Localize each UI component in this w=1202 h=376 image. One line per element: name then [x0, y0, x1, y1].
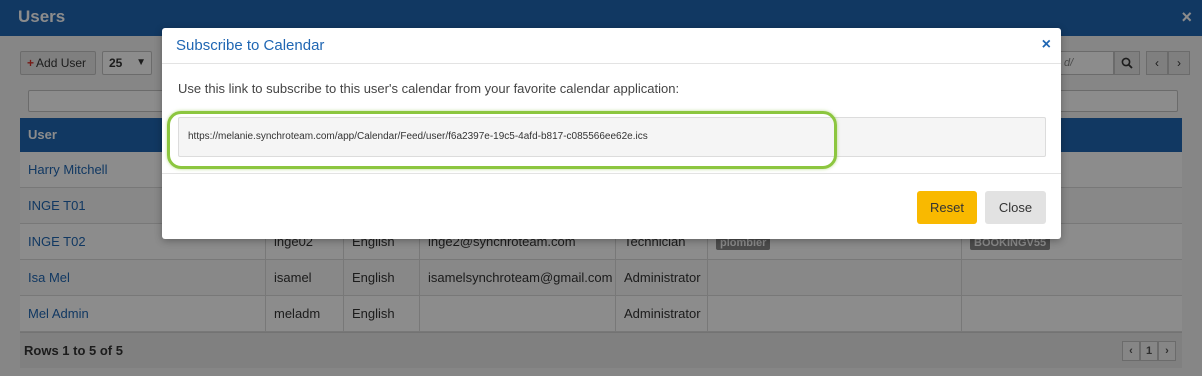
reset-button[interactable]: Reset — [917, 191, 977, 224]
dialog-footer: Reset Close — [162, 173, 1061, 239]
dialog-header: Subscribe to Calendar × — [162, 28, 1061, 64]
dialog-description: Use this link to subscribe to this user'… — [178, 81, 680, 96]
close-icon[interactable]: × — [1042, 36, 1051, 54]
subscribe-calendar-dialog: Subscribe to Calendar × Use this link to… — [162, 28, 1061, 239]
close-button[interactable]: Close — [985, 191, 1046, 224]
dialog-title: Subscribe to Calendar — [176, 37, 325, 54]
url-highlight-annotation — [167, 111, 837, 169]
